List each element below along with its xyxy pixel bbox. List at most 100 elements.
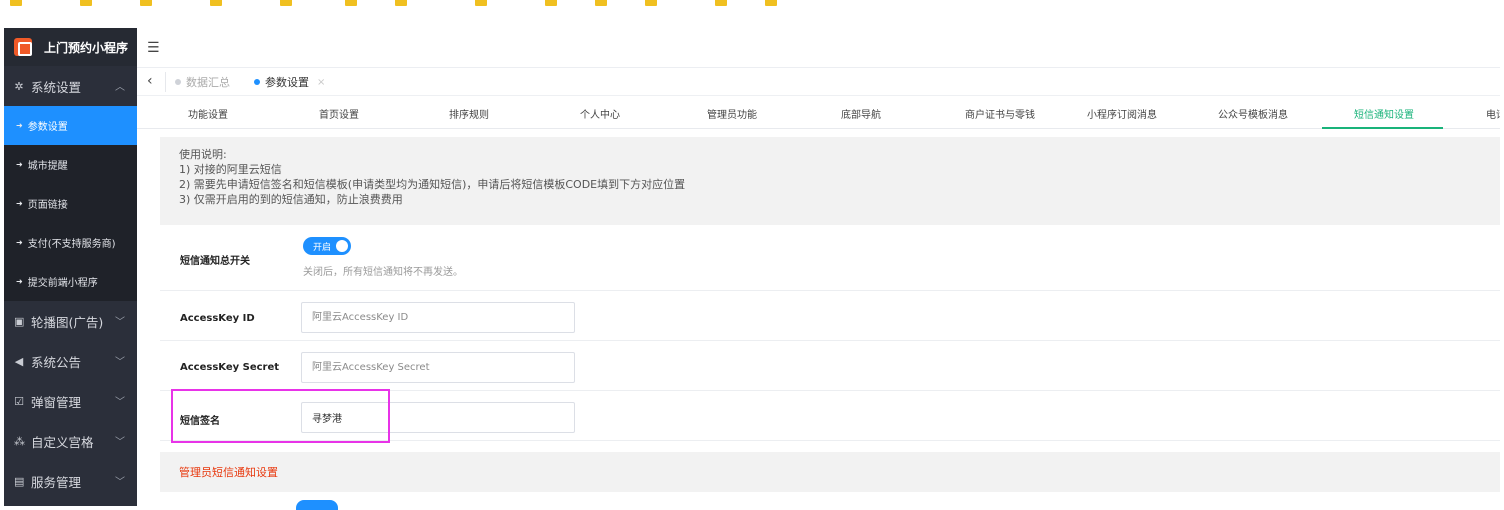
gear-icon: ✲ [14, 79, 24, 93]
sidebar-group-label: 系统设置 [31, 79, 82, 95]
folder-icon [595, 0, 607, 6]
sidebar-item-submit-miniprogram[interactable]: ➜ 提交前端小程序 [4, 262, 137, 301]
admin-sms-section: 管理员短信通知设置 [160, 452, 1504, 492]
bookmarks-bar [0, 0, 1504, 8]
tab-label: 参数设置 [265, 76, 309, 89]
sidebar-group-system-settings[interactable]: ✲ 系统设置 ︿ [4, 66, 137, 106]
sidebar-group-label: 轮播图(广告) [31, 314, 104, 330]
active-tab-underline [1322, 127, 1443, 129]
subnav-item[interactable]: 管理员功能 [707, 106, 757, 121]
sidebar-group-service[interactable]: ▤ 服务管理 ﹀ [4, 461, 137, 501]
subnav-item[interactable]: 功能设置 [188, 106, 228, 121]
subnav-item[interactable]: 首页设置 [319, 106, 359, 121]
field-hint: 关闭后，所有短信通知将不再发送。 [303, 267, 463, 278]
folder-icon [545, 0, 557, 6]
sms-sign-input[interactable] [301, 402, 575, 433]
bookmark-folder[interactable] [10, 0, 22, 7]
notice-line: 2) 需要先申请短信签名和短信模板(申请类型均为通知短信)，申请后将短信模板CO… [179, 178, 686, 191]
bookmark-folder[interactable] [395, 0, 407, 7]
toggle-state-text: 开启 [313, 243, 332, 253]
tab-data-summary[interactable]: 数据汇总 [175, 74, 230, 90]
divider [165, 72, 166, 92]
folder-icon [80, 0, 92, 6]
sidebar-group-announcement[interactable]: ◀ 系统公告 ﹀ [4, 341, 137, 381]
folder-icon [10, 0, 22, 6]
section-title: 管理员短信通知设置 [179, 466, 278, 479]
page-tabs: ‹ 数据汇总 参数设置 × [137, 68, 1504, 96]
bookmark-folder[interactable] [80, 0, 92, 7]
accesskey-id-input[interactable] [301, 302, 575, 333]
sidebar-item-page-links[interactable]: ➜ 页面链接 [4, 184, 137, 223]
bookmark-folder[interactable] [645, 0, 657, 7]
folder-icon [395, 0, 407, 6]
usage-notice: 使用说明: 1) 对接的阿里云短信 2) 需要先申请短信签名和短信模板(申请类型… [160, 137, 1504, 225]
sidebar-item-params[interactable]: ➜ 参数设置 [4, 106, 137, 145]
sidebar-group-label: 弹窗管理 [31, 394, 82, 410]
bookmark-folder[interactable] [545, 0, 557, 7]
login-arrow-icon: ➜ [16, 277, 23, 286]
sidebar-item-payment[interactable]: ➜ 支付(不支持服务商) [4, 223, 137, 262]
app-logo-icon [14, 38, 32, 56]
bookmark-folder[interactable] [280, 0, 292, 7]
folder-icon [210, 0, 222, 6]
partial-toggle[interactable] [296, 500, 338, 510]
bookmark-folder[interactable] [140, 0, 152, 7]
subnav-item[interactable]: 底部导航 [841, 106, 881, 121]
toggle-knob [336, 240, 348, 252]
chevron-down-icon: ﹀ [115, 437, 125, 448]
chevron-down-icon: ﹀ [115, 357, 125, 368]
chevron-down-icon: ﹀ [115, 477, 125, 488]
accesskey-secret-input[interactable] [301, 352, 575, 383]
notice-line: 3) 仅需开启用的到的短信通知，防止浪费费用 [179, 193, 403, 206]
folder-icon [280, 0, 292, 6]
subnav-item-sms-active[interactable]: 短信通知设置 [1354, 106, 1414, 121]
bookmark-folder[interactable] [210, 0, 222, 7]
field-label: AccessKey ID [180, 313, 255, 324]
notice-line: 1) 对接的阿里云短信 [179, 163, 282, 176]
tab-params[interactable]: 参数设置 × [254, 74, 325, 90]
close-icon[interactable]: × [317, 77, 325, 88]
brand-name: 上门预约小程序 [44, 40, 129, 55]
folder-icon [645, 0, 657, 6]
subnav-item[interactable]: 排序规则 [449, 106, 489, 121]
sidebar-item-label: 城市提醒 [27, 161, 68, 172]
bookmark-folder[interactable] [475, 0, 487, 7]
sidebar-item-city-reminder[interactable]: ➜ 城市提醒 [4, 145, 137, 184]
bookmark-folder[interactable] [715, 0, 727, 7]
field-label: 短信通知总开关 [180, 256, 250, 267]
sidebar-group-banner[interactable]: ▣ 轮播图(广告) ﹀ [4, 301, 137, 341]
folder-icon [140, 0, 152, 6]
menu-fold-icon[interactable]: ☰ [147, 40, 160, 56]
subnav-item[interactable]: 小程序订阅消息 [1087, 106, 1157, 121]
bookmark-folder[interactable] [765, 0, 777, 7]
subnav-item[interactable]: 商户证书与零钱 [965, 106, 1035, 121]
brand[interactable]: 上门预约小程序 [4, 28, 137, 66]
form-row-sms-switch: 短信通知总开关 开启 关闭后，所有短信通知将不再发送。 [160, 225, 1504, 291]
subnav-item[interactable]: 公众号模板消息 [1218, 106, 1288, 121]
sidebar-group-popup[interactable]: ☑ 弹窗管理 ﹀ [4, 381, 137, 421]
list-card-icon: ▤ [14, 474, 25, 488]
field-label: 短信签名 [180, 416, 220, 427]
notice-line: 使用说明: [179, 148, 227, 161]
chevron-left-icon[interactable]: ‹ [147, 73, 153, 89]
login-arrow-icon: ➜ [16, 199, 23, 208]
image-icon: ▣ [14, 314, 25, 328]
sidebar-item-label: 参数设置 [27, 122, 68, 133]
sidebar-group-custom-grid[interactable]: ⁂ 自定义宫格 ﹀ [4, 421, 137, 461]
sms-toggle[interactable]: 开启 [303, 237, 351, 255]
sidebar-item-label: 页面链接 [27, 200, 68, 211]
sidebar-group-label: 系统公告 [31, 354, 82, 370]
form-row-accesskey-id: AccessKey ID [160, 291, 1504, 341]
sidebar: 上门预约小程序 ✲ 系统设置 ︿ ➜ 参数设置 ➜ 城市提醒 ➜ 页面链接 ➜ … [4, 28, 137, 506]
top-header: ☰ [137, 28, 1504, 68]
login-arrow-icon: ➜ [16, 160, 23, 169]
chevron-up-icon: ︿ [115, 82, 125, 93]
form-row-sms-sign: 短信签名 [160, 391, 1504, 441]
page-edge [1500, 28, 1504, 506]
subnav-item[interactable]: 个人中心 [580, 106, 620, 121]
login-arrow-icon: ➜ [16, 121, 23, 130]
bookmark-folder[interactable] [595, 0, 607, 7]
grid-tree-icon: ⁂ [14, 434, 25, 448]
main-content: 使用说明: 1) 对接的阿里云短信 2) 需要先申请短信签名和短信模板(申请类型… [150, 130, 1504, 506]
bookmark-folder[interactable] [345, 0, 357, 7]
